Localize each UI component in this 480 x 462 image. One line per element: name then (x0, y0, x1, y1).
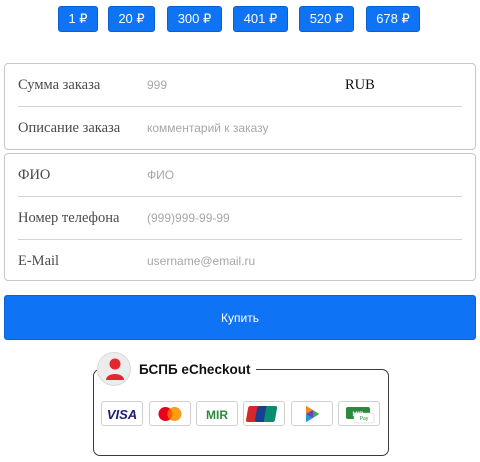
email-input[interactable] (147, 250, 397, 272)
currency-label: RUB (345, 77, 375, 93)
amount-button-520[interactable]: 520 ₽ (299, 6, 354, 32)
amount-input[interactable] (147, 74, 332, 96)
checkout-legend: БСПБ eCheckout (97, 352, 257, 386)
amount-label: Сумма заказа (18, 77, 101, 93)
amount-button-678[interactable]: 678 ₽ (366, 6, 420, 32)
description-input[interactable] (147, 117, 397, 139)
phone-input[interactable] (147, 207, 397, 229)
customer-card: ФИО Номер телефона E-Mail (4, 153, 476, 281)
amount-buttons: 1 ₽ 20 ₽ 300 ₽ 401 ₽ 520 ₽ 678 ₽ (0, 6, 480, 32)
name-row: ФИО (5, 154, 475, 196)
description-label: Описание заказа (18, 120, 121, 136)
email-label: E-Mail (18, 253, 60, 269)
mir-pay-icon: MIR Pay (338, 401, 380, 426)
mastercard-icon (149, 401, 191, 426)
phone-label: Номер телефона (18, 210, 120, 226)
amount-row: Сумма заказа RUB (5, 64, 475, 106)
amount-button-300[interactable]: 300 ₽ (167, 6, 222, 32)
buy-button[interactable]: Купить (4, 295, 476, 340)
description-row: Описание заказа (5, 107, 475, 149)
order-card: Сумма заказа RUB Описание заказа (4, 63, 476, 150)
amount-button-20[interactable]: 20 ₽ (108, 6, 155, 32)
amount-button-401[interactable]: 401 ₽ (233, 6, 288, 32)
checkout-title: БСПБ eCheckout (139, 361, 251, 377)
email-row: E-Mail (5, 240, 475, 282)
sbp-icon (291, 401, 333, 426)
svg-text:VISA: VISA (107, 407, 137, 422)
name-label: ФИО (18, 167, 51, 183)
visa-icon: VISA (101, 401, 143, 426)
mir-icon: MIR (196, 401, 238, 426)
amount-button-1[interactable]: 1 ₽ (58, 6, 98, 32)
phone-row: Номер телефона (5, 197, 475, 239)
bspb-logo-icon (97, 352, 131, 386)
name-input[interactable] (147, 164, 397, 186)
unionpay-icon (243, 401, 285, 426)
svg-text:Pay: Pay (360, 416, 369, 422)
svg-text:MIR: MIR (206, 408, 228, 422)
